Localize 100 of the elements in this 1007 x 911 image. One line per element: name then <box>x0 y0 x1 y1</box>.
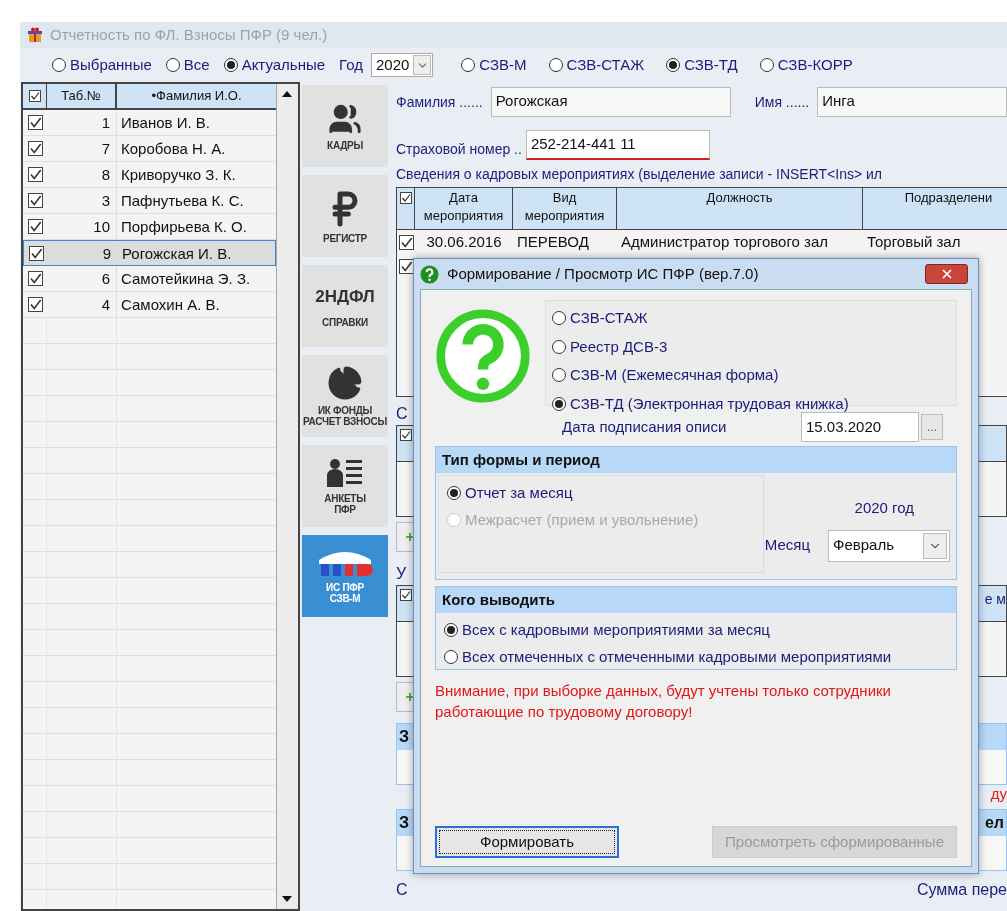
checkbox[interactable] <box>27 271 43 286</box>
tab-caption: ИС ПФР <box>326 582 364 593</box>
checkbox[interactable] <box>399 192 412 204</box>
name-field[interactable]: Инга <box>817 87 1007 117</box>
employee-row[interactable]: 4 Самохин А. В. <box>23 292 276 318</box>
radio-option[interactable]: СЗВ-КОРР <box>759 53 853 77</box>
table-cell-text: Порфирьева К. О. <box>120 217 248 237</box>
checkbox[interactable] <box>27 115 43 130</box>
label-fragment: ел <box>984 813 1004 833</box>
radio-option[interactable]: СЗВ-СТАЖ <box>552 307 956 330</box>
radio-option[interactable]: СЗВ-СТАЖ <box>548 53 645 77</box>
label-fragment: З <box>399 813 410 833</box>
nav-tab[interactable]: 2НДФЛ СПРАВКИ <box>302 265 388 347</box>
radio-option[interactable]: Выбранные <box>52 53 152 77</box>
tab-caption: РЕГИСТР <box>323 232 367 244</box>
table-cell: 3 <box>47 188 117 213</box>
radio-option[interactable]: Отчет за месяц <box>447 482 763 505</box>
checkbox[interactable] <box>28 245 44 261</box>
action-button[interactable]: Формировать <box>435 826 619 858</box>
panel-header: Кого выводить <box>436 587 956 613</box>
surname-field[interactable]: Рогожская <box>490 87 731 117</box>
table-cell-text: Торговый зал <box>866 231 962 252</box>
label-fragment: ду <box>990 783 1007 804</box>
table-cell: 9 <box>48 241 118 265</box>
browse-button[interactable]: ... <box>921 414 943 440</box>
tab-caption: КАДРЫ <box>327 139 363 151</box>
table-cell-text: Криворучко З. К. <box>120 165 237 185</box>
section-title: Сведения о кадровых мероприятиях (выделение записи - INSERT<Ins> ил <box>396 165 884 184</box>
nav-tab[interactable]: ИК ФОНДЫ РАСЧЕТ ВЗНОСЫ <box>302 355 388 437</box>
label-fragment: С <box>396 404 408 424</box>
column-header[interactable]: Подразделени <box>863 188 1007 229</box>
label-fragment: е м <box>984 590 1006 609</box>
tab-caption: РАСЧЕТ ВЗНОСЫ <box>303 416 387 427</box>
checkbox[interactable] <box>27 141 43 156</box>
checkbox[interactable] <box>27 297 43 312</box>
month-dropdown[interactable]: Февраль <box>828 529 950 562</box>
table-cell-text: Рогожская И. В. <box>121 244 233 264</box>
radio-option[interactable]: Реестр ДСВ-3 <box>552 335 956 358</box>
field-label: Имя ...... <box>754 92 810 112</box>
table-cell-text: Иванов И. В. <box>120 113 211 133</box>
date-field[interactable]: 15.03.2020 <box>801 412 919 442</box>
radio-option[interactable]: Всех отмеченных с отмеченными кадровыми мероприятиями <box>444 645 956 668</box>
radio-option[interactable]: Всех с кадровыми мероприятиями за месяц <box>444 619 956 642</box>
table-cell-text: Самохин А. В. <box>120 295 221 315</box>
field-label: Фамилия ...... <box>396 92 483 112</box>
checkbox[interactable] <box>398 258 414 274</box>
radio-option[interactable]: Все <box>165 53 210 77</box>
radio-option[interactable]: Актуальные <box>223 53 326 77</box>
column-header[interactable]: Дата мероприятия <box>415 188 513 229</box>
scrollbar[interactable] <box>276 84 298 909</box>
snils-field[interactable]: 252-214-441 11 <box>525 130 710 160</box>
checkbox[interactable] <box>27 219 43 234</box>
radio-option[interactable]: СЗВ-М <box>461 53 527 77</box>
employee-row[interactable]: 3 Пафнутьева К. С. <box>23 188 276 214</box>
checkbox[interactable] <box>398 234 414 250</box>
radio-option[interactable]: СЗВ-ТД (Электронная трудовая книжка) <box>552 392 956 415</box>
table-cell: 6 <box>47 266 117 291</box>
year-dropdown[interactable]: 2020 <box>370 53 434 77</box>
year-text: 2020 год <box>854 498 914 518</box>
table-cell: 1 <box>47 110 117 135</box>
field-label: Страховой номер .. <box>396 140 522 159</box>
column-header[interactable]: •Фамилия И.О. <box>117 84 276 108</box>
radio-option[interactable]: СЗВ-ТД <box>666 53 738 77</box>
question-mark-icon <box>435 308 531 404</box>
employee-row[interactable]: 9 Рогожская И. В. <box>23 240 276 266</box>
label-fragment: З <box>399 727 410 747</box>
employee-row[interactable]: 1 Иванов И. В. <box>23 110 276 136</box>
employee-row[interactable]: 6 Самотейкина Э. З. <box>23 266 276 292</box>
table-cell-text: Администратор торгового зал <box>620 231 830 252</box>
radio-option[interactable]: СЗВ-М (Ежемесячная форма) <box>552 364 956 387</box>
checkbox[interactable] <box>28 90 41 102</box>
close-button[interactable] <box>925 264 968 284</box>
table-cell-text: Коробова Н. А. <box>120 139 227 159</box>
column-header[interactable]: Таб.№ <box>47 84 117 108</box>
tab-caption: АНКЕТЫ <box>324 493 366 504</box>
window-title: Отчетность по ФЛ. Взносы ПФР (9 чел.) <box>50 24 328 45</box>
table-cell: 7 <box>47 136 117 161</box>
checkbox[interactable] <box>27 193 43 208</box>
plus-icon <box>404 691 416 703</box>
column-header[interactable]: Должность <box>617 188 863 229</box>
plus-icon <box>404 531 416 543</box>
help-icon <box>420 264 439 284</box>
table-cell-text: 30.06.2016 <box>425 231 503 252</box>
checkbox[interactable] <box>400 429 412 441</box>
tab-caption: СЗВ-М <box>329 593 361 604</box>
table-cell-text: ПЕРЕВОД <box>516 231 590 252</box>
tab-caption: ПФР <box>334 504 356 515</box>
checkbox[interactable] <box>400 589 412 601</box>
nav-tab[interactable]: АНКЕТЫ ПФР <box>302 445 388 527</box>
column-header[interactable]: Вид мероприятия <box>513 188 617 229</box>
tab-caption: ИК ФОНДЫ <box>317 405 373 416</box>
employee-row[interactable]: 8 Криворучко З. К. <box>23 162 276 188</box>
pie-chart-icon <box>327 365 363 401</box>
nav-tab[interactable]: КАДРЫ <box>302 85 388 167</box>
nav-tab[interactable]: РЕГИСТР <box>302 175 388 257</box>
checkbox[interactable] <box>27 167 43 182</box>
employee-row[interactable]: 7 Коробова Н. А. <box>23 136 276 162</box>
month-label: Месяц <box>764 535 810 556</box>
table-cell: 8 <box>47 162 117 187</box>
sign-date-label: Дата подписания описи <box>562 416 727 437</box>
